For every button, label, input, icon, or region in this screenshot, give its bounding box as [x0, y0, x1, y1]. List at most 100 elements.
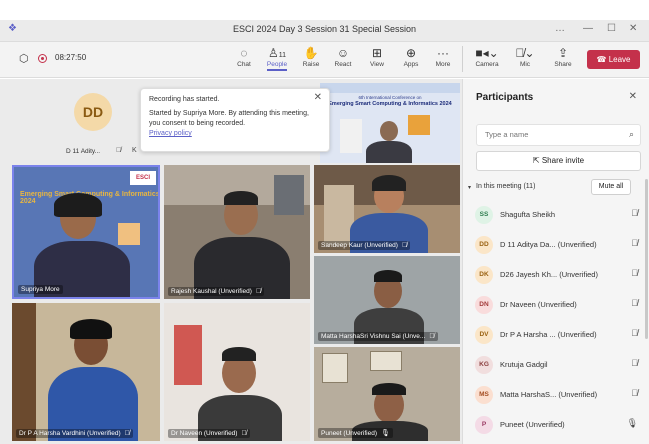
video-tile-rajesh[interactable]: Rajesh Kaushal (Unverified) 🎙̸ [164, 165, 310, 299]
video-tile-matta[interactable]: Matta HarshaSri Vishnu Sai (Unve... 🎙̸ [314, 256, 460, 344]
share-invite-icon: ⇱ [532, 156, 540, 165]
chat-icon: ◌ [240, 46, 248, 60]
avatar: DV [475, 326, 493, 344]
search-field[interactable]: ⌕ [476, 124, 641, 146]
mic-on-icon: 🎙 [626, 418, 638, 428]
people-icon: ♙11 [267, 46, 287, 60]
mic-muted-icon: 🎙̸ [631, 208, 638, 218]
shared-content-tile[interactable]: 6th International Conference on Emerging… [320, 83, 460, 163]
hand-icon: ✋ [303, 46, 319, 60]
ellipsis-icon: ··· [437, 46, 449, 60]
section-header[interactable]: In this meeting (11) [476, 183, 535, 190]
phone-icon: ☎ [596, 55, 607, 64]
chat-button[interactable]: ◌ Chat [229, 45, 259, 68]
close-panel-icon[interactable]: ✕ [629, 91, 637, 102]
toolbar-divider [462, 46, 463, 72]
avatar: DN [475, 296, 493, 314]
mic-on-icon: 🎙 [381, 430, 390, 437]
toast-body: Started by Supriya More. By attending th… [149, 110, 309, 127]
react-button[interactable]: ☺ React [328, 45, 358, 68]
banner-text: 6th International Conference on Emerging… [328, 95, 452, 107]
avatar: DD [475, 236, 493, 254]
mic-button[interactable]: 🎙̸⌄ Mic [510, 45, 540, 68]
privacy-policy-link[interactable]: Privacy policy [149, 129, 321, 139]
apps-button[interactable]: ⊕ Apps [396, 45, 426, 68]
video-tile-sandeep[interactable]: Sandeep Kaur (Unverified) 🎙̸ [314, 165, 460, 253]
participant-name: Dr P A Harsha ... (Unverified) [500, 330, 597, 339]
participant-row[interactable]: DK D26 Jayesh Kh... (Unverified) 🎙̸ [475, 264, 640, 286]
minimize-button[interactable]: — [583, 23, 593, 34]
recording-notification: ✕ Recording has started. Started by Supr… [140, 88, 330, 152]
participant-name: D26 Jayesh Kh... (Unverified) [500, 270, 598, 279]
participant-name: Dr Naveen (Unverified) [500, 300, 577, 309]
avatar: MS [475, 386, 493, 404]
tile-name: Rajesh Kaushal (Unverified) 🎙̸ [168, 287, 265, 296]
participants-panel: Participants ✕ ⌕ ⇱ Share invite ▾ In thi… [462, 79, 649, 444]
smile-icon: ☺ [336, 46, 350, 60]
self-avatar: DD [74, 93, 112, 131]
mic-muted-icon: 🎙̸ [241, 430, 247, 437]
window-title: ESCI 2024 Day 3 Session 31 Special Sessi… [232, 24, 417, 34]
more-options-icon[interactable]: … [555, 23, 565, 34]
mic-muted-icon: 🎙̸ [631, 268, 638, 278]
chevron-down-icon[interactable]: ▾ [468, 184, 471, 191]
scrollbar[interactable] [645, 179, 648, 339]
mic-muted-icon: 🎙̸ [631, 328, 638, 338]
avatar: DK [475, 266, 493, 284]
leave-button[interactable]: ☎ Leave [587, 50, 640, 69]
grid-icon: ⊞ [371, 46, 383, 60]
video-tile-supriya[interactable]: Emerging Smart Computing & Informatics 2… [12, 165, 160, 299]
view-button[interactable]: ⊞ View [362, 45, 392, 68]
share-invite-button[interactable]: ⇱ Share invite [476, 151, 641, 171]
mic-muted-icon: 🎙̸ [631, 298, 638, 308]
tile-name: Dr Naveen (Unverified) 🎙̸ [168, 429, 250, 438]
mic-muted-icon: 🎙̸ [401, 242, 408, 249]
close-window-button[interactable]: ✕ [629, 23, 637, 34]
search-input[interactable] [483, 129, 613, 140]
participant-row[interactable]: DN Dr Naveen (Unverified) 🎙̸ [475, 294, 640, 316]
more-button[interactable]: ··· More [428, 45, 458, 68]
slide-logo: ESCI [130, 171, 156, 185]
tile-name: Matta HarshaSri Vishnu Sai (Unve... 🎙̸ [318, 332, 438, 341]
mute-all-button[interactable]: Mute all [591, 179, 631, 195]
mic-off-icon: 🎙̸⌄ [515, 46, 535, 60]
mic-muted-icon: 🎙̸ [124, 430, 130, 437]
participant-name: D 11 Aditya Da... (Unverified) [500, 240, 597, 249]
participant-name: Krutuja Gadgil [500, 360, 548, 369]
mic-muted-icon: 🎙̸ [429, 333, 435, 340]
participant-row[interactable]: DD D 11 Aditya Da... (Unverified) 🎙̸ [475, 234, 640, 256]
video-tile-puneet[interactable]: Puneet (Unverified) 🎙 [314, 347, 460, 441]
close-icon[interactable]: ✕ [314, 93, 322, 103]
raise-hand-button[interactable]: ✋ Raise [296, 45, 326, 68]
mic-muted-icon: 🎙̸ [255, 288, 262, 295]
recording-icon [38, 54, 47, 63]
avatar: P [475, 416, 493, 434]
participant-name: Matta HarshaS... (Unverified) [500, 390, 598, 399]
shield-icon[interactable]: ⬡ [19, 52, 29, 65]
people-button[interactable]: ♙11 People [262, 45, 292, 71]
participant-row[interactable]: P Puneet (Unverified) 🎙 [475, 414, 640, 436]
mic-muted-icon: 🎙̸ [631, 238, 638, 248]
tile-name: Sandeep Kaur (Unverified) 🎙̸ [318, 241, 411, 250]
share-button[interactable]: ⇪ Share [548, 45, 578, 68]
meeting-timer: 08:27:50 [55, 53, 87, 62]
mic-muted-icon: 🎙̸ [631, 388, 638, 398]
overflow-label: K [132, 147, 137, 154]
tile-name: Dr P A Harsha Vardhini (Unverified) 🎙̸ [16, 429, 133, 438]
video-tile-naveen[interactable]: Dr Naveen (Unverified) 🎙̸ [164, 303, 310, 441]
video-tile-harsha[interactable]: Dr P A Harsha Vardhini (Unverified) 🎙̸ [12, 303, 160, 441]
share-icon: ⇪ [557, 46, 569, 60]
participant-row[interactable]: KG Krutuja Gadgil 🎙̸ [475, 354, 640, 376]
participant-row[interactable]: SS Shagufta Sheikh 🎙̸ [475, 204, 640, 226]
camera-button[interactable]: ■◂⌄ Camera [472, 45, 502, 68]
avatar: SS [475, 206, 493, 224]
participant-name: Puneet (Unverified) [500, 420, 565, 429]
avatar: KG [475, 356, 493, 374]
tile-name: Puneet (Unverified) 🎙 [318, 428, 393, 438]
panel-title: Participants [476, 92, 534, 103]
participant-row[interactable]: DV Dr P A Harsha ... (Unverified) 🎙̸ [475, 324, 640, 346]
participant-row[interactable]: MS Matta HarshaS... (Unverified) 🎙̸ [475, 384, 640, 406]
title-bar: ❖ ESCI 2024 Day 3 Session 31 Special Ses… [0, 20, 649, 42]
participant-name: Shagufta Sheikh [500, 210, 556, 219]
maximize-button[interactable]: ☐ [607, 23, 616, 34]
